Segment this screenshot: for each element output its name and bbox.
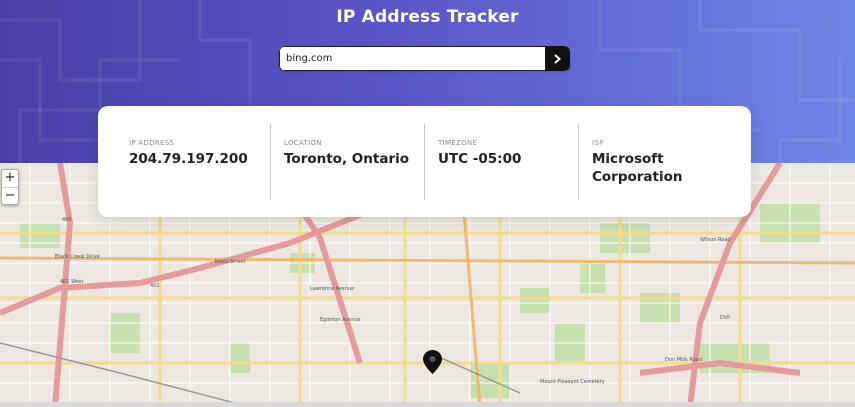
page-title: IP Address Tracker xyxy=(336,7,519,27)
map-label-400: 400 xyxy=(62,217,72,223)
map-label-401-west: 401 West xyxy=(60,279,83,285)
ip-address-section: IP ADDRESS 204.79.197.200 xyxy=(98,123,270,217)
zoom-out-button[interactable]: − xyxy=(2,187,18,204)
ip-search-input[interactable] xyxy=(279,46,545,71)
map-label-eglinton: Eglinton Avenue xyxy=(320,317,361,323)
map-label-keele: Keele Street xyxy=(215,259,245,265)
map-label-cemetery: Mount Pleasant Cemetery xyxy=(540,379,605,385)
ip-info-card: IP ADDRESS 204.79.197.200 LOCATION Toron… xyxy=(98,106,751,217)
map-label-dvp: DVP xyxy=(720,315,730,321)
isp-value: Microsoft Corporation xyxy=(592,151,683,185)
chevron-right-icon xyxy=(554,53,562,64)
timezone-section: TIMEZONE UTC -05:00 xyxy=(424,123,578,217)
isp-section: ISP Microsoft Corporation xyxy=(578,123,732,217)
map-bottom-strip xyxy=(0,402,855,407)
map-label-401: 401 xyxy=(150,283,160,289)
map-label-lawrence: Lawrence Avenue xyxy=(310,286,354,292)
location-label: LOCATION xyxy=(284,139,322,147)
timezone-value: UTC -05:00 xyxy=(438,151,522,167)
timezone-label: TIMEZONE xyxy=(438,139,478,147)
map-label-wilson: Wilson Road xyxy=(700,237,731,243)
zoom-in-button[interactable]: + xyxy=(2,170,18,187)
search-submit-button[interactable] xyxy=(545,46,570,71)
search-bar xyxy=(279,46,570,71)
zoom-control: + − xyxy=(1,169,19,205)
location-section: LOCATION Toronto, Ontario xyxy=(270,123,424,217)
location-pin-icon[interactable] xyxy=(423,350,442,374)
isp-label: ISP xyxy=(592,139,604,147)
map-label-black-creek: Black Creek Drive xyxy=(55,254,100,260)
ip-address-label: IP ADDRESS xyxy=(129,139,175,147)
ip-address-value: 204.79.197.200 xyxy=(129,151,248,167)
location-value: Toronto, Ontario xyxy=(284,151,410,167)
map-label-don-mills: Don Mills Road xyxy=(665,357,702,363)
